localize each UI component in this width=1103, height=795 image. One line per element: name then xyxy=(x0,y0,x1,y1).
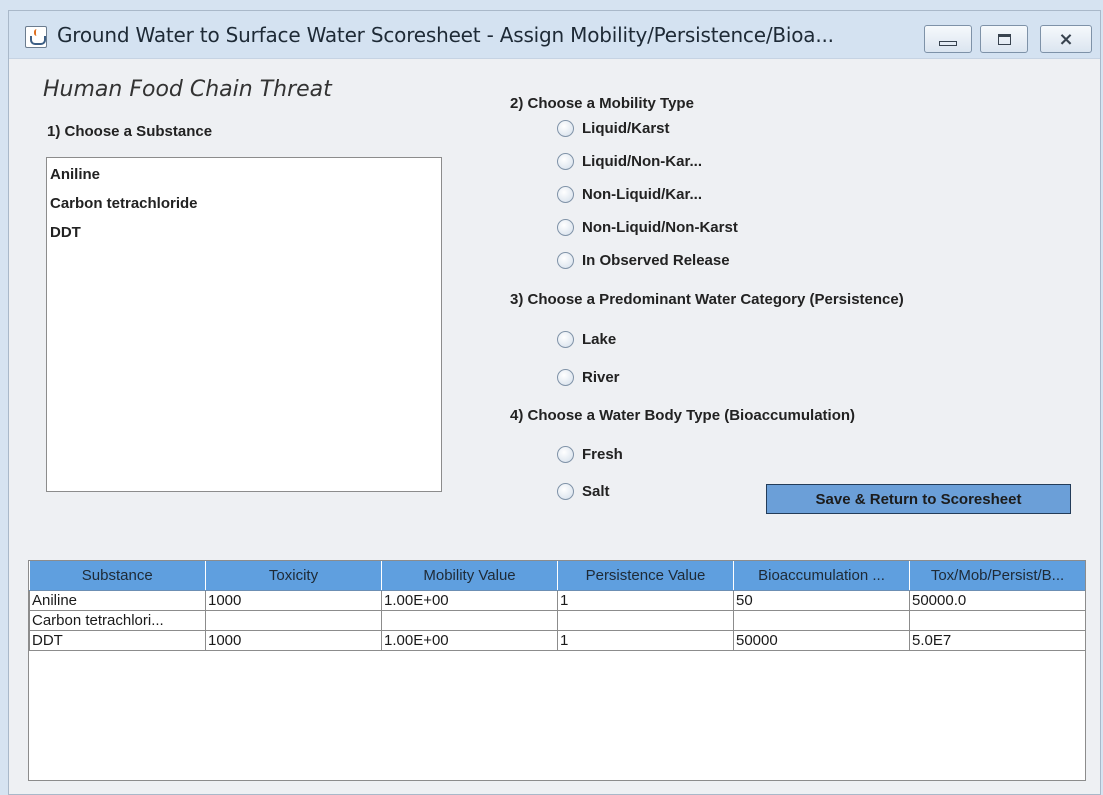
column-header-toxicity[interactable]: Toxicity xyxy=(205,561,382,591)
table-header-row: Substance Toxicity Mobility Value Persis… xyxy=(29,561,1085,591)
radio-label: Salt xyxy=(582,482,610,500)
persistence-label: 3) Choose a Predominant Water Category (… xyxy=(510,291,904,308)
radio-label: Liquid/Karst xyxy=(582,119,670,137)
radio-liquid-non-karst[interactable]: Liquid/Non-Kar... xyxy=(557,150,702,172)
table-cell[interactable]: 1 xyxy=(557,589,734,611)
minimize-button[interactable] xyxy=(924,25,972,53)
table-cell[interactable]: 1 xyxy=(557,629,734,651)
close-button[interactable]: ⨯ xyxy=(1040,25,1092,53)
radio-lake[interactable]: Lake xyxy=(557,328,616,350)
column-header-tox-mob-persist[interactable]: Tox/Mob/Persist/B... xyxy=(909,561,1085,591)
table-cell[interactable] xyxy=(557,609,734,631)
radio-non-liquid-karst[interactable]: Non-Liquid/Kar... xyxy=(557,183,702,205)
table-cell[interactable]: DDT xyxy=(29,629,206,651)
radio-icon[interactable] xyxy=(557,119,574,137)
table-cell[interactable]: 1000 xyxy=(205,629,382,651)
radio-icon[interactable] xyxy=(557,185,574,203)
radio-non-liquid-non-karst[interactable]: Non-Liquid/Non-Karst xyxy=(557,216,738,238)
table-cell[interactable] xyxy=(909,609,1085,631)
radio-label: River xyxy=(582,368,620,386)
substance-item-aniline[interactable]: Aniline xyxy=(47,160,441,189)
table-cell[interactable] xyxy=(733,609,910,631)
radio-liquid-karst[interactable]: Liquid/Karst xyxy=(557,117,670,139)
radio-icon[interactable] xyxy=(557,330,574,348)
java-app-icon xyxy=(25,26,47,48)
substance-item-ddt[interactable]: DDT xyxy=(47,218,441,247)
scoresheet-window: Ground Water to Surface Water Scoresheet… xyxy=(8,10,1101,795)
radio-label: Lake xyxy=(582,330,617,348)
radio-icon[interactable] xyxy=(557,152,574,170)
table-cell[interactable]: 50000 xyxy=(733,629,910,651)
radio-label: In Observed Release xyxy=(582,251,730,269)
radio-label: Fresh xyxy=(582,445,623,463)
save-return-button[interactable]: Save & Return to Scoresheet xyxy=(766,484,1071,514)
table-cell[interactable]: 1000 xyxy=(205,589,382,611)
maximize-button[interactable] xyxy=(980,25,1028,53)
column-header-substance[interactable]: Substance xyxy=(29,561,206,591)
table-cell[interactable] xyxy=(381,609,558,631)
table-row[interactable]: Carbon tetrachlori... xyxy=(29,609,1085,631)
window-title: Ground Water to Surface Water Scoresheet… xyxy=(57,23,834,47)
title-bar[interactable]: Ground Water to Surface Water Scoresheet… xyxy=(9,11,1100,59)
radio-icon[interactable] xyxy=(557,445,574,463)
radio-icon[interactable] xyxy=(557,368,574,386)
radio-fresh[interactable]: Fresh xyxy=(557,443,623,465)
bioaccumulation-label: 4) Choose a Water Body Type (Bioaccumula… xyxy=(510,407,856,424)
table-cell[interactable]: 50000.0 xyxy=(909,589,1085,611)
radio-icon[interactable] xyxy=(557,482,574,500)
radio-icon[interactable] xyxy=(557,218,574,236)
radio-label: Non-Liquid/Non-Karst xyxy=(582,218,738,236)
table-cell[interactable]: Carbon tetrachlori... xyxy=(29,609,206,631)
substance-item-carbon-tetrachloride[interactable]: Carbon tetrachloride xyxy=(47,189,441,218)
table-cell[interactable]: 1.00E+00 xyxy=(381,589,558,611)
radio-in-observed-release[interactable]: In Observed Release xyxy=(557,249,730,271)
column-header-mobility-value[interactable]: Mobility Value xyxy=(381,561,558,591)
radio-river[interactable]: River xyxy=(557,366,620,388)
close-icon: ⨯ xyxy=(1058,28,1074,50)
column-header-persistence-value[interactable]: Persistence Value xyxy=(557,561,734,591)
table-cell[interactable] xyxy=(205,609,382,631)
section-title: Human Food Chain Threat xyxy=(43,77,332,102)
substance-label: 1) Choose a Substance xyxy=(47,123,213,140)
table-row[interactable]: DDT 1000 1.00E+00 1 50000 5.0E7 xyxy=(29,629,1085,651)
table-cell[interactable]: 5.0E7 xyxy=(909,629,1085,651)
table-cell[interactable]: 1.00E+00 xyxy=(381,629,558,651)
minimize-icon xyxy=(939,40,957,46)
radio-icon[interactable] xyxy=(557,251,574,269)
mobility-label: 2) Choose a Mobility Type xyxy=(510,95,694,112)
radio-label: Non-Liquid/Kar... xyxy=(582,185,702,203)
table-cell[interactable]: Aniline xyxy=(29,589,206,611)
table-cell[interactable]: 50 xyxy=(733,589,910,611)
results-table[interactable]: Substance Toxicity Mobility Value Persis… xyxy=(28,560,1086,781)
substance-list[interactable]: Aniline Carbon tetrachloride DDT xyxy=(46,157,442,492)
table-row[interactable]: Aniline 1000 1.00E+00 1 50 50000.0 xyxy=(29,589,1085,611)
maximize-icon xyxy=(997,33,1011,45)
radio-label: Liquid/Non-Kar... xyxy=(582,152,702,170)
radio-salt[interactable]: Salt xyxy=(557,480,610,502)
column-header-bioaccumulation[interactable]: Bioaccumulation ... xyxy=(733,561,910,591)
